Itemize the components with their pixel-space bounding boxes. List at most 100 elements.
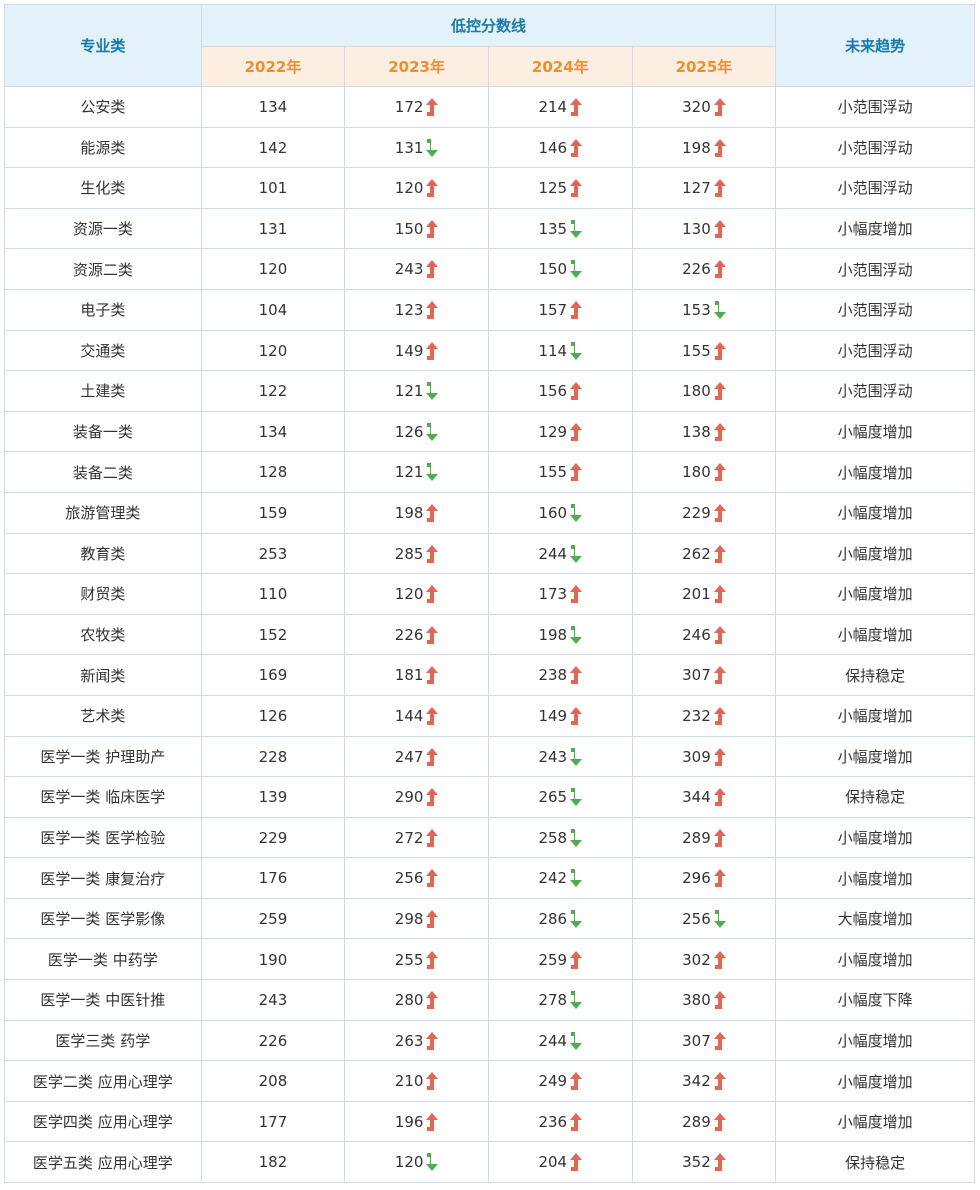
score-value: 121 xyxy=(394,382,424,401)
score-cell-2022: 229 xyxy=(200,816,346,859)
score-cell-2024: 160 xyxy=(487,491,633,534)
score-cell-2024: 236 xyxy=(487,1100,633,1143)
score-value: 156 xyxy=(538,382,568,401)
trend-cell: 小幅度增加 xyxy=(775,207,975,250)
score-cell-2023: 285 xyxy=(344,532,489,575)
score-cell-2025: 246 xyxy=(631,613,777,656)
score-value: 121 xyxy=(394,463,424,482)
arrow-down-icon xyxy=(570,1031,583,1050)
score-value: 256 xyxy=(394,869,424,888)
arrow-down-icon xyxy=(426,463,439,482)
score-cell-2024: 242 xyxy=(487,857,633,899)
trend-cell: 小范围浮动 xyxy=(775,86,975,128)
score-cell-2023: 120 xyxy=(344,573,489,615)
arrow-up-icon xyxy=(426,1072,439,1091)
arrow-down-icon xyxy=(570,260,583,279)
arrow-up-icon xyxy=(426,301,439,320)
score-table-container: 专业类 低控分数线 未来趋势 2022年 2023年 2024年 2025年 公… xyxy=(4,4,975,1184)
score-cell-2023: 121 xyxy=(344,451,489,493)
score-value: 214 xyxy=(538,98,568,117)
score-value: 180 xyxy=(682,382,711,401)
score-value: 172 xyxy=(394,98,424,117)
table-row: 资源二类 120 243 150 226 小范围浮动 xyxy=(4,248,975,290)
score-value: 278 xyxy=(538,991,568,1010)
trend-cell: 保持稳定 xyxy=(775,776,975,818)
score-cell-2024: 243 xyxy=(487,735,633,778)
score-value: 173 xyxy=(538,585,568,604)
score-cell-2022: 104 xyxy=(200,288,346,331)
major-name-cell: 装备一类 xyxy=(4,410,202,453)
table-row: 医学一类 临床医学 139 290 265 344 保持稳定 xyxy=(4,776,975,818)
major-name-cell: 公安类 xyxy=(4,86,202,128)
table-row: 新闻类 169 181 238 307 保持稳定 xyxy=(4,654,975,696)
score-cell-2023: 298 xyxy=(344,897,489,940)
score-cell-2023: 149 xyxy=(344,329,489,372)
score-value: 307 xyxy=(682,666,711,685)
arrow-up-icon xyxy=(426,666,439,685)
arrow-down-icon xyxy=(713,301,726,320)
score-cell-2023: 280 xyxy=(344,979,489,1021)
score-cell-2025: 180 xyxy=(631,451,777,493)
table-row: 农牧类 152 226 198 246 小幅度增加 xyxy=(4,613,975,656)
major-name-cell: 新闻类 xyxy=(4,654,202,696)
trend-cell: 小幅度增加 xyxy=(775,1060,975,1102)
score-cell-2024: 173 xyxy=(487,573,633,615)
score-cell-2024: 149 xyxy=(487,694,633,737)
score-cell-2024: 214 xyxy=(487,86,633,128)
arrow-down-icon xyxy=(426,382,439,401)
score-cell-2023: 181 xyxy=(344,654,489,696)
arrow-up-icon xyxy=(713,585,726,604)
score-cell-2023: 290 xyxy=(344,776,489,818)
table-row: 装备一类 134 126 129 138 小幅度增加 xyxy=(4,410,975,453)
score-value: 110 xyxy=(258,585,288,604)
arrow-up-icon xyxy=(713,828,726,847)
score-cell-2025: 229 xyxy=(631,491,777,534)
score-cell-2025: 307 xyxy=(631,654,777,696)
score-value: 182 xyxy=(258,1153,288,1172)
score-value: 120 xyxy=(258,260,288,279)
score-cell-2022: 122 xyxy=(200,370,346,412)
score-cell-2024: 155 xyxy=(487,451,633,493)
arrow-up-icon xyxy=(570,1072,583,1091)
table-row: 医学一类 护理助产 228 247 243 309 小幅度增加 xyxy=(4,735,975,778)
score-cell-2025: 296 xyxy=(631,857,777,899)
arrow-up-icon xyxy=(426,179,439,198)
arrow-up-icon xyxy=(713,666,726,685)
score-value: 226 xyxy=(682,260,711,279)
score-cell-2022: 120 xyxy=(200,248,346,290)
arrow-down-icon xyxy=(570,503,583,522)
table-row: 旅游管理类 159 198 160 229 小幅度增加 xyxy=(4,491,975,534)
table-row: 土建类 122 121 156 180 小范围浮动 xyxy=(4,370,975,412)
arrow-down-icon xyxy=(426,138,439,157)
header-year-2023: 2023年 xyxy=(344,45,489,87)
score-cell-2024: 150 xyxy=(487,248,633,290)
table-row: 财贸类 110 120 173 201 小幅度增加 xyxy=(4,573,975,615)
arrow-up-icon xyxy=(713,422,726,441)
arrow-up-icon xyxy=(570,138,583,157)
score-cell-2025: 380 xyxy=(631,979,777,1021)
score-cell-2022: 243 xyxy=(200,979,346,1021)
score-cell-2024: 278 xyxy=(487,979,633,1021)
score-value: 226 xyxy=(258,1031,288,1050)
score-cell-2024: 135 xyxy=(487,207,633,250)
arrow-up-icon xyxy=(426,625,439,644)
score-value: 135 xyxy=(538,219,568,238)
score-value: 159 xyxy=(258,503,288,522)
score-cell-2025: 153 xyxy=(631,288,777,331)
arrow-down-icon xyxy=(570,747,583,766)
table-row: 生化类 101 120 125 127 小范围浮动 xyxy=(4,167,975,209)
score-value: 128 xyxy=(258,463,288,482)
major-name-cell: 交通类 xyxy=(4,329,202,372)
score-cell-2023: 120 xyxy=(344,167,489,209)
table-row: 医学一类 中医针推 243 280 278 380 小幅度下降 xyxy=(4,979,975,1021)
score-cell-2025: 130 xyxy=(631,207,777,250)
score-value: 244 xyxy=(538,1031,568,1050)
arrow-up-icon xyxy=(713,219,726,238)
arrow-up-icon xyxy=(570,463,583,482)
score-value: 198 xyxy=(682,138,711,157)
major-name-cell: 旅游管理类 xyxy=(4,491,202,534)
major-name-cell: 土建类 xyxy=(4,370,202,412)
score-cell-2025: 232 xyxy=(631,694,777,737)
trend-cell: 小范围浮动 xyxy=(775,167,975,209)
arrow-down-icon xyxy=(570,788,583,807)
